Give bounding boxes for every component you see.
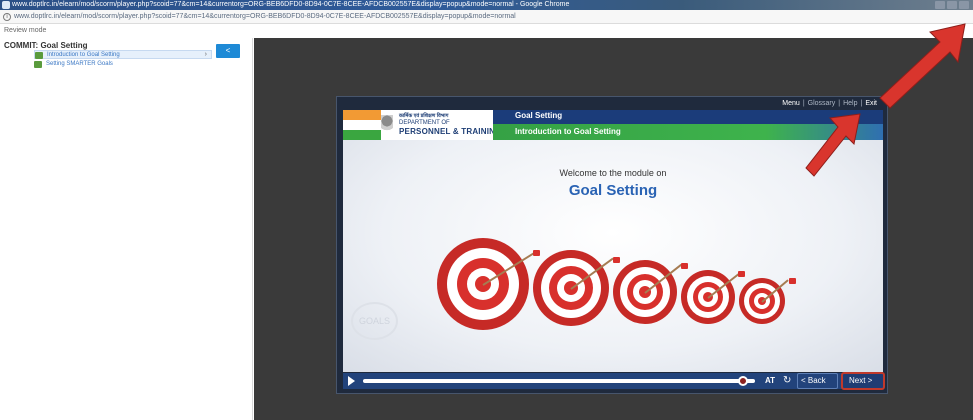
glossary-link[interactable]: Glossary	[808, 100, 836, 107]
dept-name: PERSONNEL & TRAINING	[399, 127, 502, 136]
slide-subtitle: Introduction to Goal Setting	[515, 127, 621, 136]
player-controls: AT ↻ < Back Next >	[343, 372, 885, 390]
toc-item-introduction[interactable]: Introduction to Goal Setting ›	[34, 50, 212, 59]
goals-watermark: GOALS	[351, 302, 399, 340]
nav-separator: |	[838, 100, 841, 107]
progress-scrubber[interactable]	[738, 376, 749, 386]
lesson-complete-icon	[35, 52, 43, 59]
dept-hindi-name: कार्मिक एवं प्रशिक्षण विभाग	[399, 113, 449, 119]
toc-item-smarter-goals[interactable]: Setting SMARTER Goals	[34, 60, 113, 69]
minimize-button[interactable]	[935, 1, 945, 9]
replay-icon[interactable]: ↻	[783, 375, 791, 386]
audio-transcript-button[interactable]: AT	[765, 376, 775, 385]
lesson-icon	[34, 61, 42, 68]
slide-title: Goal Setting	[515, 111, 563, 120]
arrow-fletching-icon	[738, 271, 745, 277]
course-title: COMMIT: Goal Setting	[4, 41, 88, 50]
window-title: www.doptlrc.in/elearn/mod/scorm/player.p…	[12, 1, 570, 8]
close-button[interactable]	[959, 1, 969, 9]
nav-separator: |	[802, 100, 805, 107]
toc-item-label: Setting SMARTER Goals	[46, 61, 113, 67]
collapse-sidebar-button[interactable]: <	[216, 44, 240, 58]
review-mode-label: Review mode	[4, 27, 47, 34]
maximize-button[interactable]	[947, 1, 957, 9]
toc-item-label: Introduction to Goal Setting	[47, 52, 120, 58]
window-controls	[935, 0, 969, 10]
progress-bar[interactable]	[363, 379, 755, 383]
dept-of-label: DEPARTMENT OF	[399, 120, 450, 126]
menu-link[interactable]: Menu	[782, 100, 800, 107]
next-button[interactable]: Next >	[841, 372, 885, 390]
annotation-arrow-icon	[805, 113, 861, 177]
flag-stripe	[343, 110, 381, 140]
chrome-app-icon	[2, 1, 10, 9]
arrow-fletching-icon	[789, 278, 796, 284]
help-link[interactable]: Help	[843, 100, 857, 107]
browser-title-bar: www.doptlrc.in/elearn/mod/scorm/player.p…	[0, 0, 973, 10]
address-bar[interactable]: i www.doptlrc.in/elearn/mod/scorm/player…	[0, 10, 973, 24]
play-icon[interactable]	[348, 376, 355, 386]
info-icon[interactable]: i	[3, 13, 11, 21]
back-button[interactable]: < Back	[797, 373, 838, 389]
arrow-fletching-icon	[533, 250, 540, 256]
chevron-right-icon: ›	[204, 51, 207, 58]
arrow-fletching-icon	[613, 257, 620, 263]
national-emblem-icon	[381, 115, 393, 135]
url-text: www.doptlrc.in/elearn/mod/scorm/player.p…	[14, 13, 516, 20]
toc-sidebar: COMMIT: Goal Setting Introduction to Goa…	[0, 38, 253, 420]
arrow-fletching-icon	[681, 263, 688, 269]
annotation-arrow-icon	[879, 23, 966, 109]
